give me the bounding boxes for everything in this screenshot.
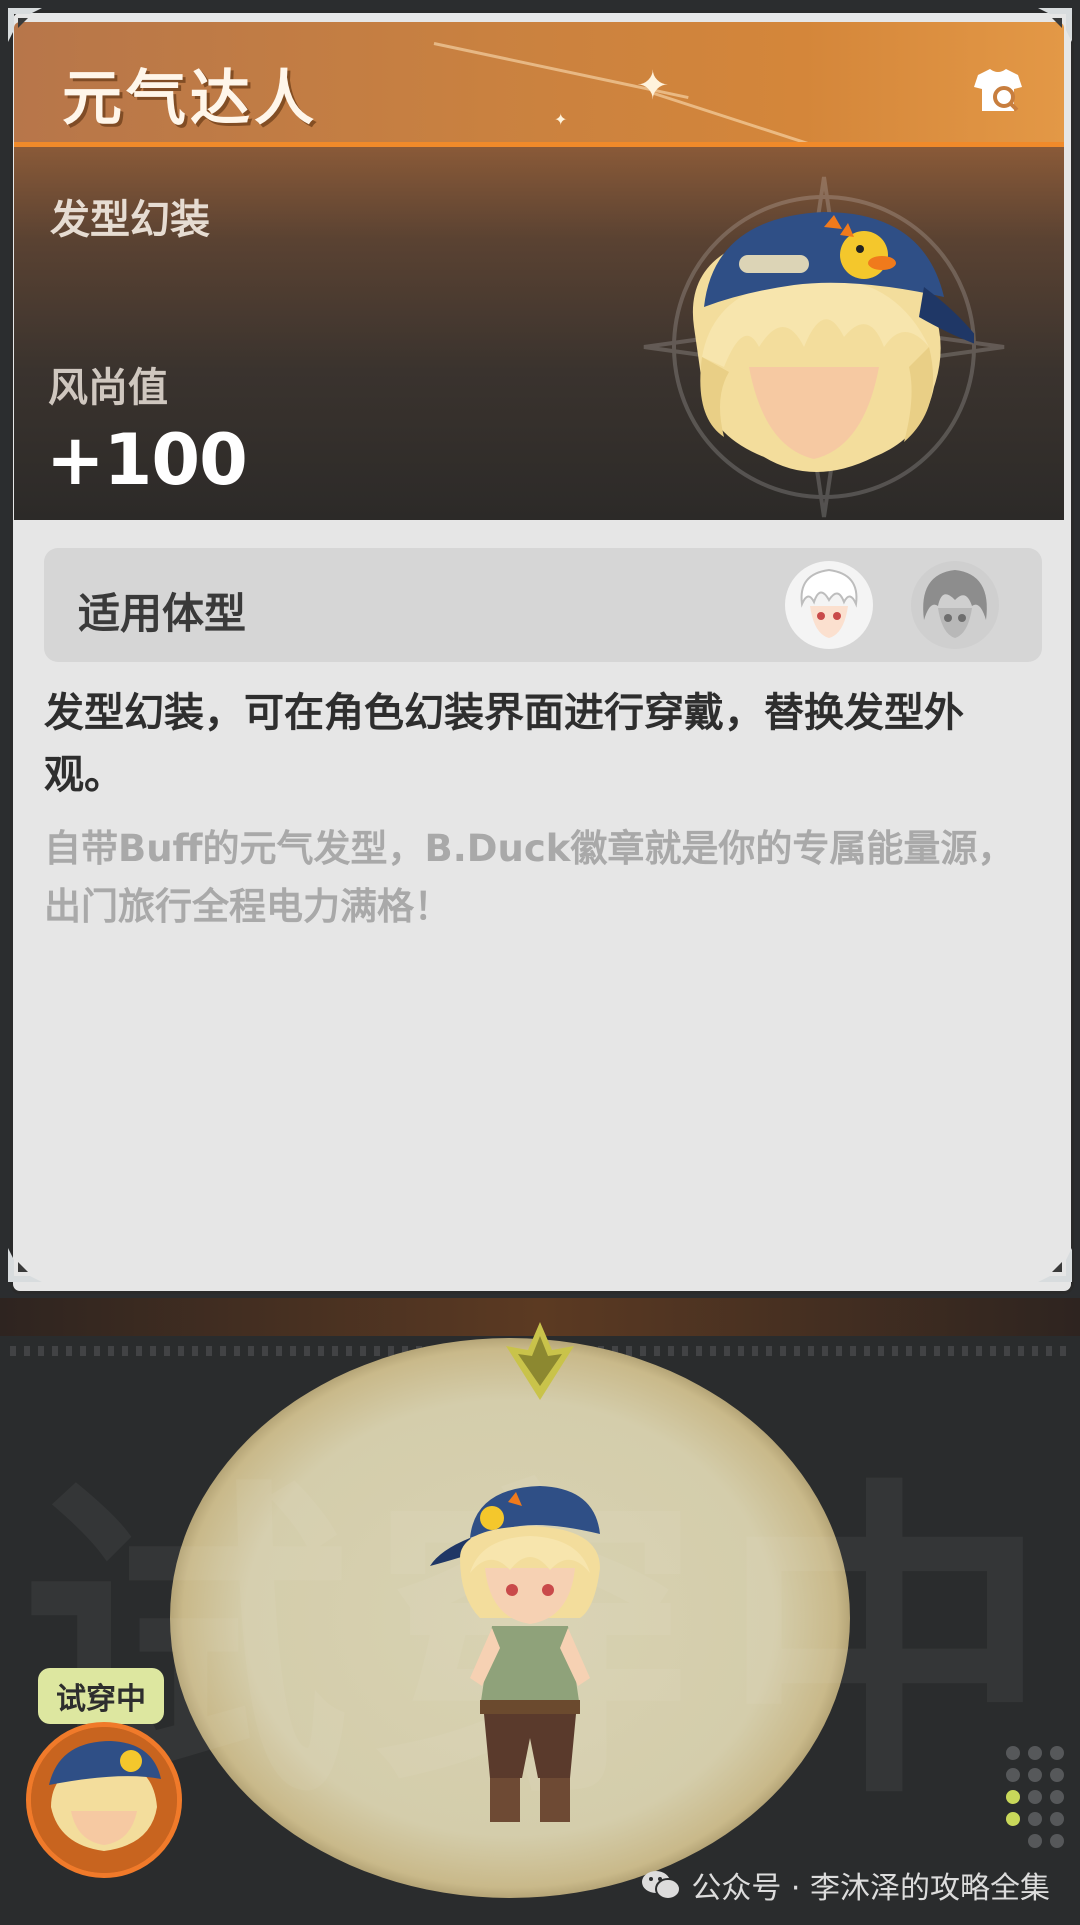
wechat-icon bbox=[642, 1871, 682, 1900]
sparkle-icon: ✦ bbox=[554, 110, 568, 129]
item-title: 元气达人 bbox=[62, 64, 318, 134]
tryon-status-badge: 试穿中 bbox=[38, 1668, 164, 1738]
corner-ornament-icon bbox=[6, 1246, 44, 1284]
source-text: 公众号 · 李沐泽的攻略全集 bbox=[691, 1871, 1050, 1906]
item-description: 发型幻装，可在角色幻装界面进行穿戴，替换发型外观。 bbox=[44, 690, 964, 798]
body-type-avatar-female[interactable] bbox=[910, 560, 1000, 650]
character-model[interactable] bbox=[430, 1478, 630, 1838]
sparkle-icon: ✦ bbox=[636, 63, 670, 109]
equipped-hair-slot[interactable] bbox=[26, 1722, 182, 1878]
corner-ornament-icon bbox=[6, 6, 44, 44]
equipped-hair-icon bbox=[31, 1727, 177, 1873]
pointer-arrow-icon bbox=[506, 1322, 574, 1400]
style-value: +100 bbox=[46, 419, 248, 501]
corner-ornament-icon bbox=[1036, 6, 1074, 44]
header-streak bbox=[653, 92, 845, 142]
page-indicator bbox=[1006, 1746, 1066, 1876]
source-watermark: 公众号 · 李沐泽的攻略全集 bbox=[641, 1863, 1050, 1907]
hair-preview-image bbox=[692, 212, 974, 472]
body-type-label: 适用体型 bbox=[78, 589, 247, 638]
wardrobe-search-button[interactable] bbox=[968, 62, 1028, 118]
corner-ornament-icon bbox=[1036, 1246, 1074, 1284]
item-flavor-text: 自带Buff的元气发型，B.Duck徽章就是你的专属能量源，出门旅行全程电力满格… bbox=[44, 827, 1015, 928]
body-type-avatar-male[interactable] bbox=[784, 560, 874, 650]
body-type-row: 适用体型 bbox=[44, 548, 1042, 662]
item-category: 发型幻装 bbox=[50, 197, 210, 243]
tryon-preview-area: 试穿中 试穿中 bbox=[0, 1298, 1080, 1925]
card-header: ✦ ✦ 元气达人 bbox=[14, 22, 1064, 147]
style-value-label: 风尚值 bbox=[48, 365, 168, 411]
item-info-panel: 发型幻装 风尚值 +100 bbox=[14, 147, 1064, 520]
wardrobe-search-icon bbox=[974, 69, 1022, 112]
